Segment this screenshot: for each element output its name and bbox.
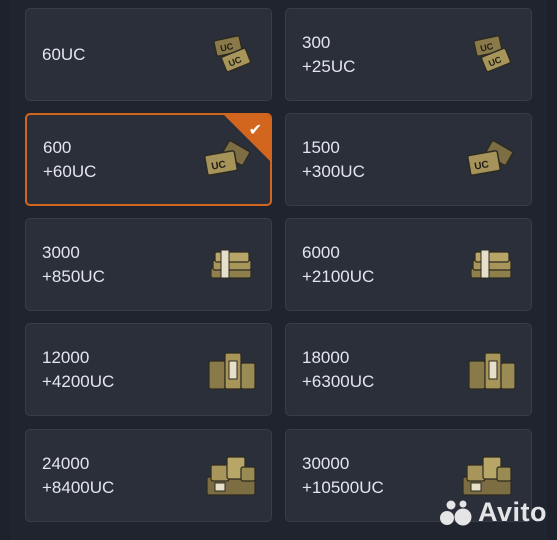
checkmark-icon: ✔ [248,120,262,139]
package-amount: 600 [43,137,72,157]
package-card-3000[interactable]: 3000 +850UC [25,218,272,311]
package-label: 12000 +4200UC [42,324,114,415]
package-bonus: +2100UC [302,266,375,286]
package-bonus: +300UC [302,161,365,181]
uc-cards-small-icon: UC UC [473,34,512,72]
uc-cards-icon: UC [467,139,514,176]
uc-stack-icon [468,351,516,390]
package-label: 1500 +300UC [302,114,365,205]
package-bonus: +60UC [43,161,97,181]
package-amount: 18000 [302,347,350,367]
package-card-1500[interactable]: 1500 +300UC UC [285,113,532,206]
package-label: 6000 +2100UC [302,219,374,310]
package-amount: 60UC [42,44,86,64]
uc-stack-icon [208,351,256,390]
package-bonus: +4200UC [42,371,115,391]
package-amount: 6000 [302,242,340,262]
package-card-12000[interactable]: 12000 +4200UC [25,323,272,416]
package-bonus: +8400UC [42,477,115,497]
avito-wordmark: Avito [478,497,547,527]
package-label: 60UC [42,9,85,100]
package-label: 3000 +850UC [42,219,105,310]
selected-corner [224,115,270,161]
uc-bundle-icon [210,249,252,279]
package-card-24000[interactable]: 24000 +8400UC [25,429,272,522]
package-amount: 3000 [42,242,80,262]
package-bonus: +6300UC [302,371,375,391]
uc-cards-small-icon: UC UC [213,34,252,72]
package-card-300[interactable]: 300 +25UC UC UC [285,8,532,101]
uc-pile-icon [462,455,512,496]
package-grid: 60UC UC UC 300 +25UC UC UC 600 +60UC UC … [10,0,547,540]
package-label: 18000 +6300UC [302,324,374,415]
package-label: 30000 +10500UC [302,430,384,521]
avito-watermark: Avito [439,497,547,528]
package-card-60[interactable]: 60UC UC UC [25,8,272,101]
package-card-6000[interactable]: 6000 +2100UC [285,218,532,311]
uc-bundle-icon [470,249,512,279]
package-amount: 24000 [42,453,90,473]
package-bonus: +25UC [302,56,356,76]
uc-pile-icon [206,455,256,496]
package-label: 300 +25UC [302,9,355,100]
package-bonus: +850UC [42,266,105,286]
avito-logo-icon [440,500,472,525]
package-amount: 1500 [302,137,340,157]
package-card-600[interactable]: 600 +60UC UC ✔ [25,113,272,206]
package-amount: 30000 [302,453,350,473]
package-label: 600 +60UC [43,115,96,204]
package-amount: 300 [302,32,331,52]
package-amount: 12000 [42,347,90,367]
package-card-18000[interactable]: 18000 +6300UC [285,323,532,416]
package-bonus: +10500UC [302,477,384,497]
package-label: 24000 +8400UC [42,430,114,521]
